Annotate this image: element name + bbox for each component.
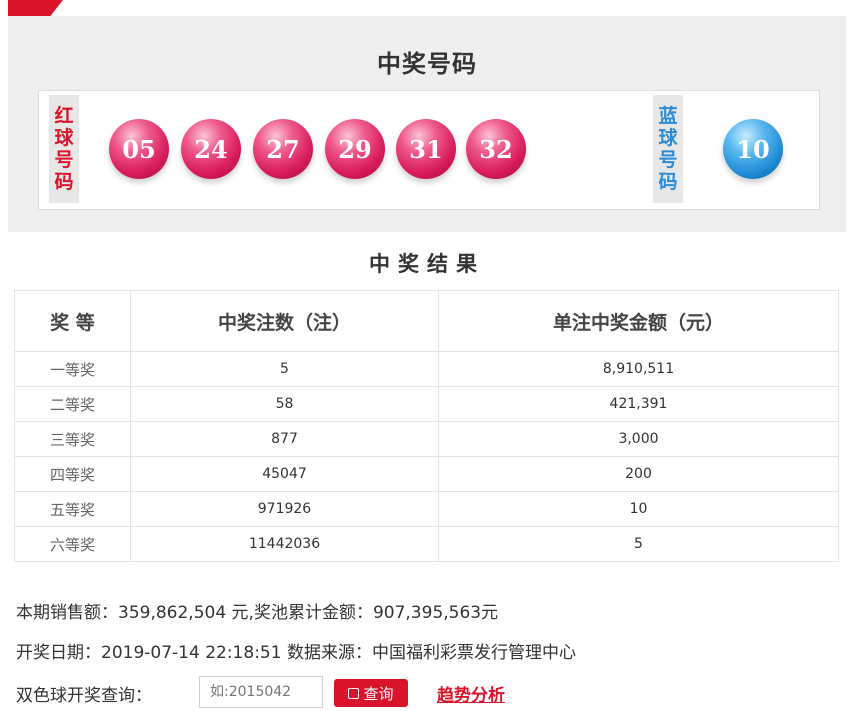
- issue-search-input[interactable]: [199, 676, 323, 708]
- table-row: 四等奖 45047 200: [14, 456, 839, 492]
- blue-ball-1: 10: [723, 119, 783, 179]
- prize-amount: 200: [438, 456, 839, 492]
- table-row: 二等奖 58 421,391: [14, 386, 839, 422]
- prize-level: 三等奖: [14, 421, 131, 457]
- header-count: 中奖注数（注）: [130, 290, 439, 352]
- winner-count: 971926: [130, 491, 439, 527]
- prize-amount: 5: [438, 526, 839, 562]
- prize-level: 五等奖: [14, 491, 131, 527]
- winner-count: 5: [130, 351, 439, 387]
- prize-level: 六等奖: [14, 526, 131, 562]
- red-ball-4: 29: [325, 119, 385, 179]
- red-ball-5: 31: [396, 119, 456, 179]
- winner-count: 11442036: [130, 526, 439, 562]
- trend-analysis-link[interactable]: 趋势分析: [437, 681, 505, 706]
- table-header-row: 奖 等 中奖注数（注） 单注中奖金额（元）: [14, 290, 839, 352]
- winner-count: 58: [130, 386, 439, 422]
- prize-level: 二等奖: [14, 386, 131, 422]
- prize-amount: 421,391: [438, 386, 839, 422]
- draw-date-info: 开奖日期：2019-07-14 22:18:51 数据来源：中国福利彩票发行管理…: [16, 643, 576, 663]
- table-row: 三等奖 877 3,000: [14, 421, 839, 457]
- prize-amount: 3,000: [438, 421, 839, 457]
- ball-box: 红 球 号 码 05 24 27 29 31 32 蓝 球 号 码 10: [38, 90, 820, 210]
- prize-amount: 8,910,511: [438, 351, 839, 387]
- search-icon: [348, 687, 360, 699]
- winner-count: 877: [130, 421, 439, 457]
- query-label: 双色球开奖查询：: [16, 686, 152, 706]
- winner-count: 45047: [130, 456, 439, 492]
- prize-amount: 10: [438, 491, 839, 527]
- table-row: 五等奖 971926 10: [14, 491, 839, 527]
- prize-table: 奖 等 中奖注数（注） 单注中奖金额（元） 一等奖 5 8,910,511 二等…: [14, 290, 839, 562]
- table-row: 一等奖 5 8,910,511: [14, 351, 839, 387]
- prize-level: 一等奖: [14, 351, 131, 387]
- table-row: 六等奖 11442036 5: [14, 526, 839, 562]
- winning-numbers-title: 中奖号码: [377, 50, 477, 78]
- prize-level: 四等奖: [14, 456, 131, 492]
- red-ball-1: 05: [109, 119, 169, 179]
- red-ball-label: 红 球 号 码: [49, 95, 79, 203]
- results-title: 中奖结果: [369, 252, 485, 276]
- winning-numbers-panel: 中奖号码 红 球 号 码 05 24 27 29 31 32 蓝 球 号 码 1…: [8, 16, 846, 232]
- header-amount: 单注中奖金额（元）: [438, 290, 839, 352]
- red-ball-2: 24: [181, 119, 241, 179]
- blue-ball-label: 蓝 球 号 码: [653, 95, 683, 203]
- query-button[interactable]: 查询: [334, 679, 408, 707]
- query-button-label: 查询: [363, 684, 394, 703]
- red-ball-3: 27: [253, 119, 313, 179]
- red-ball-6: 32: [466, 119, 526, 179]
- sales-info: 本期销售额：359,862,504 元,奖池累计金额：907,395,563元: [16, 603, 499, 623]
- header-level: 奖 等: [14, 290, 131, 352]
